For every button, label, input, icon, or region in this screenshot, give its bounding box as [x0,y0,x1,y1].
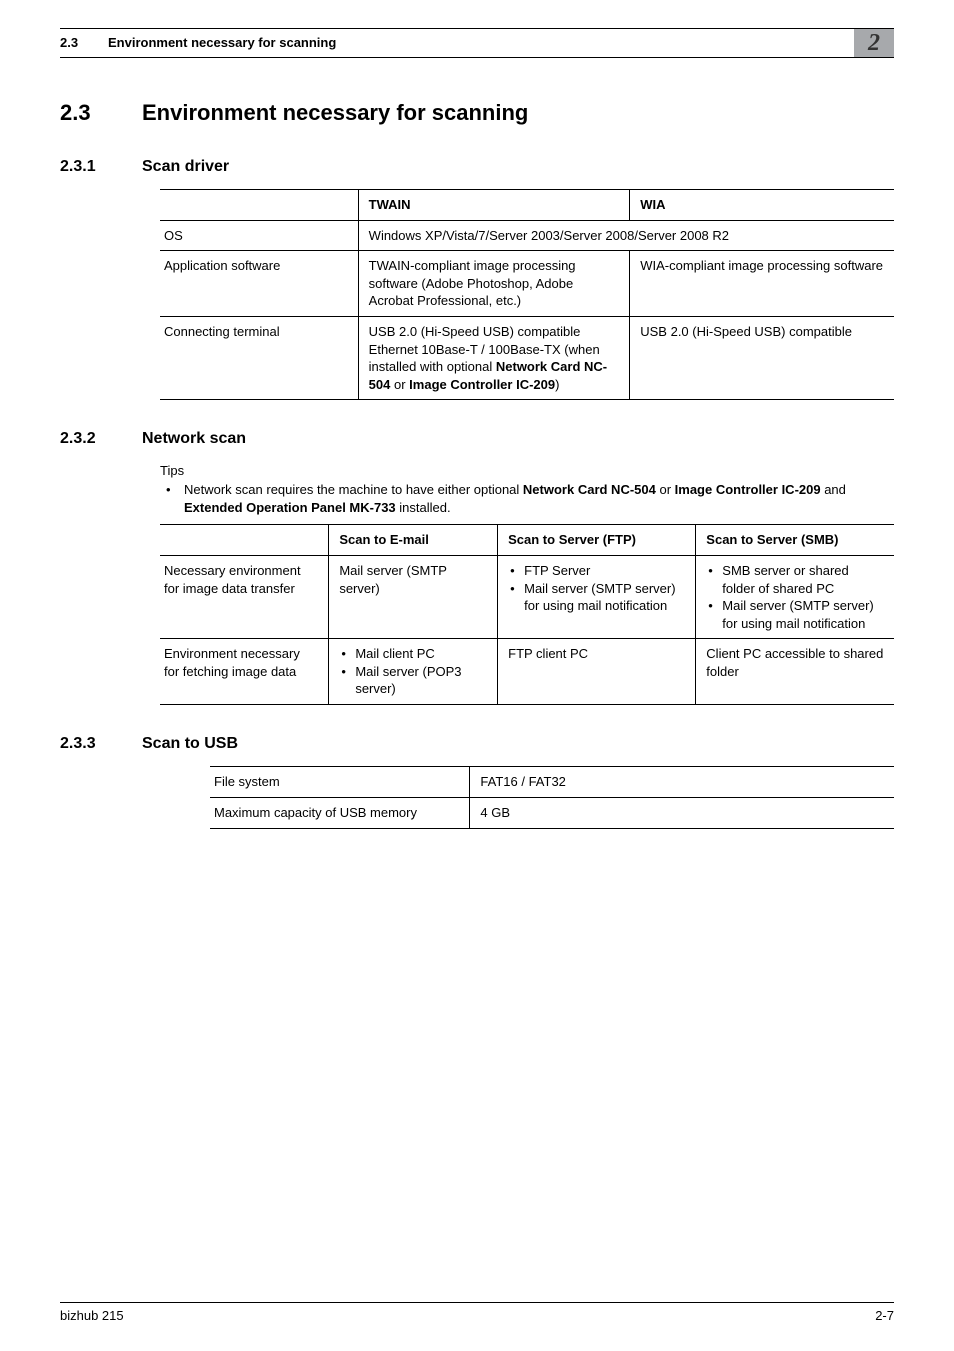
scan-to-usb-table: File system FAT16 / FAT32 Maximum capaci… [210,766,894,828]
tip-text-bold: Network Card NC-504 [523,482,656,497]
table-header-empty [160,190,358,221]
subsection-heading-network-scan: 2.3.2 Network scan [60,428,894,450]
scan-driver-table: TWAIN WIA OS Windows XP/Vista/7/Server 2… [160,189,894,400]
subsection-heading-scan-to-usb: 2.3.3 Scan to USB [60,733,894,755]
cell-ftp-env: FTP Server Mail server (SMTP server) for… [498,555,696,638]
subsection-number: 2.3.2 [60,428,106,450]
tips-block: Tips Network scan requires the machine t… [160,462,894,517]
cell-email-env: Mail server (SMTP server) [329,555,498,638]
cell-os-value: Windows XP/Vista/7/Server 2003/Server 20… [358,220,894,251]
table-header-twain: TWAIN [358,190,630,221]
table-row: OS Windows XP/Vista/7/Server 2003/Server… [160,220,894,251]
section-number: 2.3 [60,98,106,128]
table-row: TWAIN WIA [160,190,894,221]
tip-text: installed. [396,500,451,515]
cell-twain-appsoft: TWAIN-compliant image processing softwar… [358,251,630,317]
header-section-number: 2.3 [60,34,90,52]
tip-text: or [656,482,675,497]
footer-model: bizhub 215 [60,1307,124,1325]
list-item: Mail server (POP3 server) [339,663,487,698]
tips-label: Tips [160,462,894,480]
table-header-ftp: Scan to Server (FTP) [498,525,696,556]
tip-text-bold: Image Controller IC-209 [675,482,821,497]
list-item: Mail server (SMTP server) for using mail… [508,580,685,615]
cell-list: FTP Server Mail server (SMTP server) for… [508,562,685,615]
subsection-heading-scan-driver: 2.3.1 Scan driver [60,156,894,178]
tip-text-bold: Extended Operation Panel MK-733 [184,500,396,515]
cell-smb-env: SMB server or shared folder of shared PC… [696,555,894,638]
table-row: Necessary environment for image data tra… [160,555,894,638]
kv-val-maxcap: 4 GB [470,797,894,828]
subsection-title: Scan to USB [142,733,238,755]
row-label-necessary-env: Necessary environment for image data tra… [160,555,329,638]
subsection-title: Network scan [142,428,246,450]
page: 2.3 Environment necessary for scanning 2… [0,0,954,1351]
table-row: Application software TWAIN-compliant ima… [160,251,894,317]
row-label-connterm: Connecting terminal [160,317,358,400]
cell-smb-fetch: Client PC accessible to shared folder [696,639,894,705]
cell-wia-connterm: USB 2.0 (Hi-Speed USB) compatible [630,317,894,400]
header-section-title: Environment necessary for scanning [108,34,336,52]
section-title: Environment necessary for scanning [142,98,528,128]
cell-email-fetch: Mail client PC Mail server (POP3 server) [329,639,498,705]
page-header: 2.3 Environment necessary for scanning 2 [60,29,894,57]
page-footer: bizhub 215 2-7 [60,1302,894,1325]
kv-key-maxcap: Maximum capacity of USB memory [210,797,470,828]
kv-val-filesystem: FAT16 / FAT32 [470,767,894,798]
cell-wia-appsoft: WIA-compliant image processing software [630,251,894,317]
tips-list: Network scan requires the machine to hav… [160,481,894,516]
cell-text-bold: Image Controller IC-209 [409,377,555,392]
cell-list: Mail client PC Mail server (POP3 server) [339,645,487,698]
table-row: Scan to E-mail Scan to Server (FTP) Scan… [160,525,894,556]
cell-ftp-fetch: FTP client PC [498,639,696,705]
cell-text: ) [555,377,559,392]
subsection-title: Scan driver [142,156,229,178]
table-header-smb: Scan to Server (SMB) [696,525,894,556]
tip-text: and [821,482,846,497]
table-header-empty [160,525,329,556]
cell-text: or [390,377,409,392]
header-left: 2.3 Environment necessary for scanning [60,34,854,52]
chapter-badge: 2 [854,29,894,57]
row-label-os: OS [160,220,358,251]
table-header-wia: WIA [630,190,894,221]
network-scan-table: Scan to E-mail Scan to Server (FTP) Scan… [160,524,894,704]
subsection-number: 2.3.3 [60,733,106,755]
tip-text: Network scan requires the machine to hav… [184,482,523,497]
footer-page-number: 2-7 [875,1307,894,1325]
row-label-fetch-env: Environment necessary for fetching image… [160,639,329,705]
header-rule-bottom [60,57,894,58]
cell-twain-connterm: USB 2.0 (Hi-Speed USB) compatible Ethern… [358,317,630,400]
tips-item: Network scan requires the machine to hav… [160,481,894,516]
list-item: FTP Server [508,562,685,580]
kv-key-filesystem: File system [210,767,470,798]
section-heading: 2.3 Environment necessary for scanning [60,98,894,128]
table-row: Maximum capacity of USB memory 4 GB [210,797,894,828]
subsection-number: 2.3.1 [60,156,106,178]
list-item: SMB server or shared folder of shared PC [706,562,884,597]
table-row: Connecting terminal USB 2.0 (Hi-Speed US… [160,317,894,400]
table-row: Environment necessary for fetching image… [160,639,894,705]
table-header-email: Scan to E-mail [329,525,498,556]
cell-list: SMB server or shared folder of shared PC… [706,562,884,632]
list-item: Mail client PC [339,645,487,663]
row-label-appsoft: Application software [160,251,358,317]
table-row: File system FAT16 / FAT32 [210,767,894,798]
list-item: Mail server (SMTP server) for using mail… [706,597,884,632]
